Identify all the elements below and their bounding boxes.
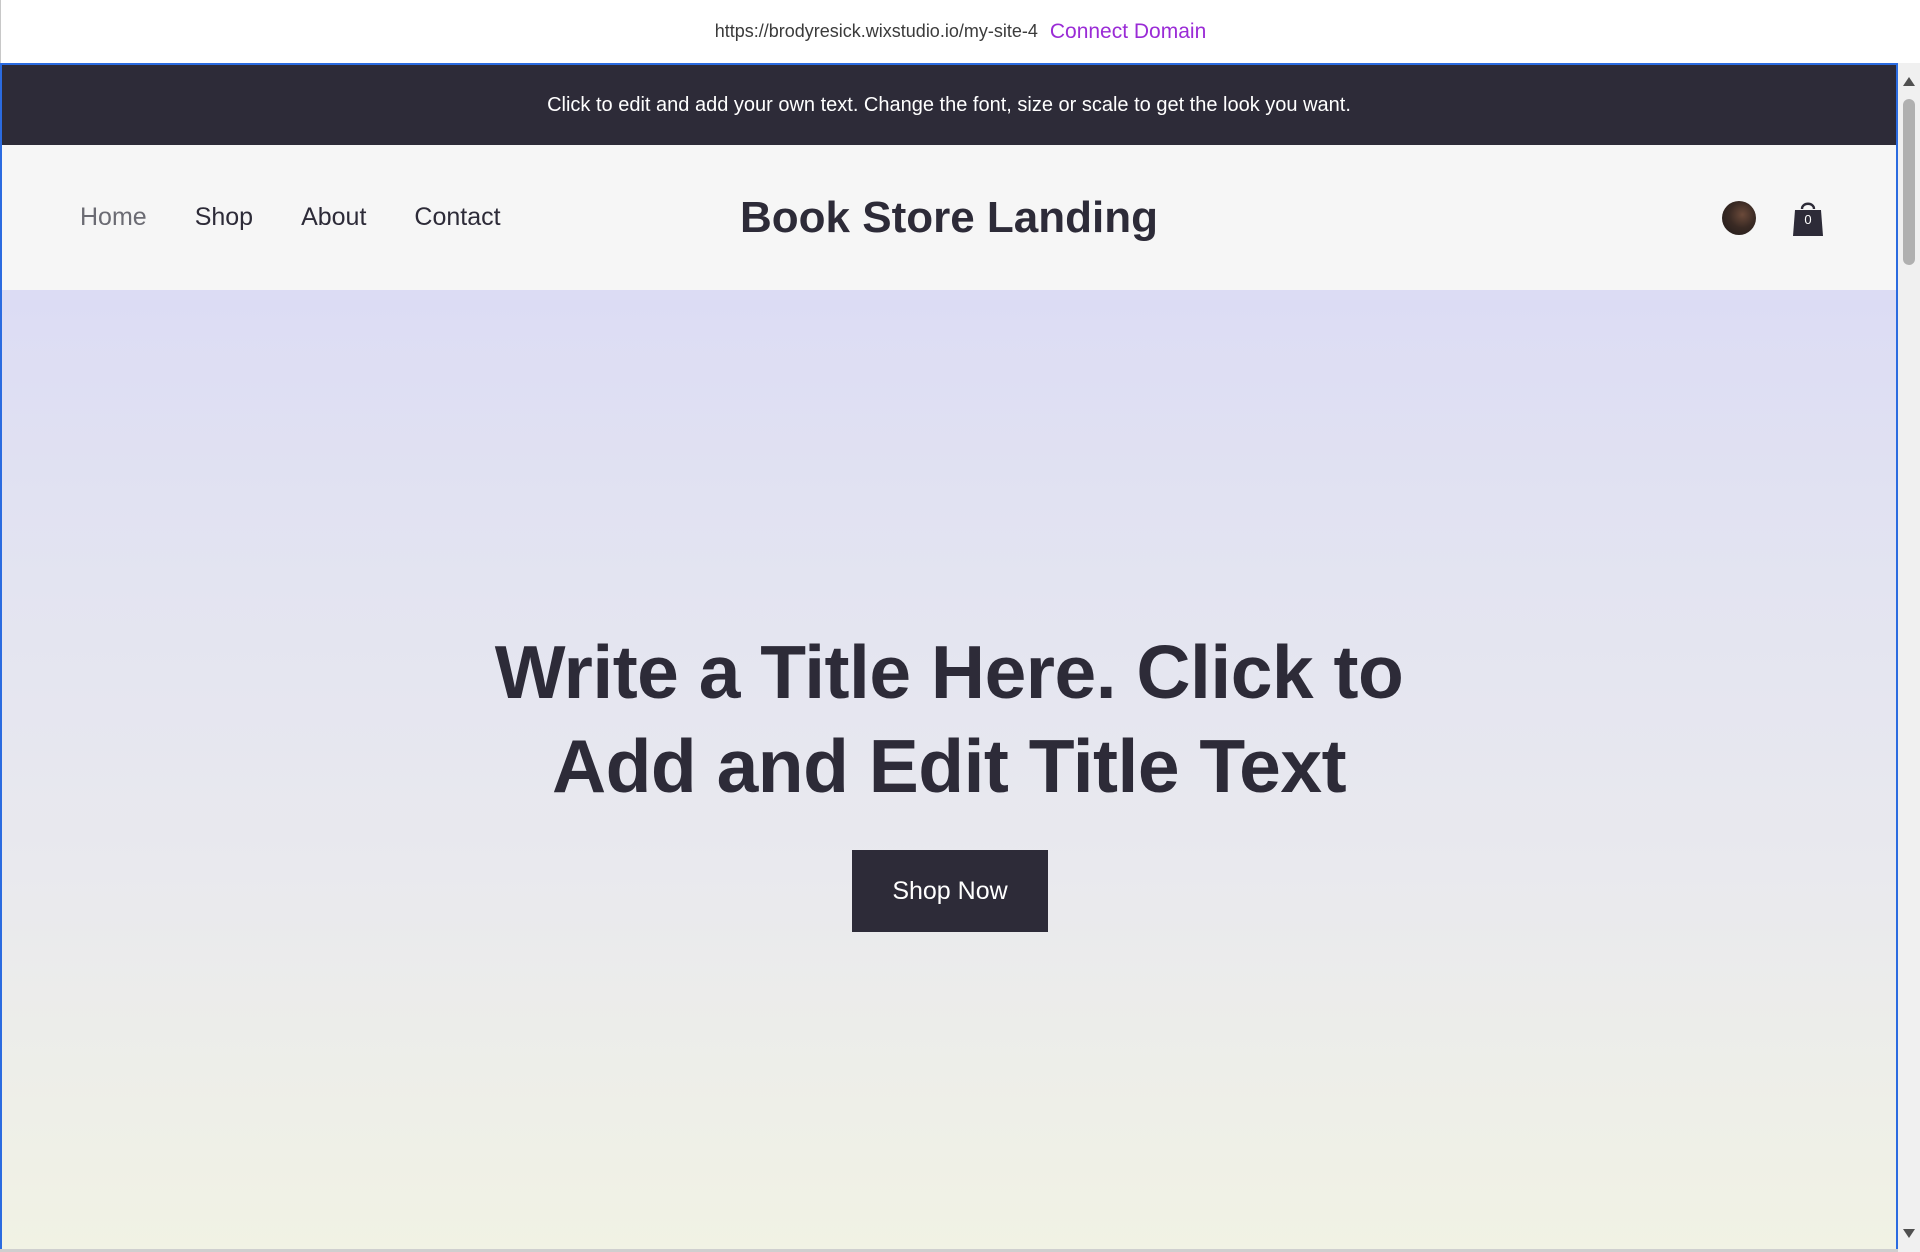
nav-item-home[interactable]: Home (80, 203, 147, 232)
scroll-down-arrow-icon[interactable] (1903, 1229, 1915, 1238)
announcement-text[interactable]: Click to edit and add your own text. Cha… (547, 94, 1351, 117)
header-actions: 0 (1722, 145, 1824, 290)
site-url-bar: https://brodyresick.wixstudio.io/my-site… (0, 0, 1920, 63)
site-preview-frame: Click to edit and add your own text. Cha… (0, 63, 1898, 1252)
scroll-up-arrow-icon[interactable] (1903, 77, 1915, 86)
hero-title-line-2: Add and Edit Title Text (551, 724, 1347, 808)
vertical-scrollbar[interactable] (1898, 63, 1920, 1252)
nav-item-about[interactable]: About (301, 203, 366, 232)
hero-section: Write a Title Here. Click to Add and Edi… (2, 290, 1896, 1252)
site-header: Home Shop About Contact Book Store Landi… (2, 145, 1896, 290)
hero-title-line-1: Write a Title Here. Click to (494, 630, 1404, 714)
connect-domain-link[interactable]: Connect Domain (1050, 20, 1206, 44)
main-nav: Home Shop About Contact (80, 145, 501, 290)
announcement-bar: Click to edit and add your own text. Cha… (2, 65, 1896, 145)
scroll-thumb[interactable] (1903, 99, 1915, 265)
site-url: https://brodyresick.wixstudio.io/my-site… (714, 21, 1038, 41)
nav-item-shop[interactable]: Shop (195, 203, 253, 232)
shop-now-button[interactable]: Shop Now (852, 850, 1048, 932)
cart-count: 0 (1804, 211, 1812, 227)
hero-title[interactable]: Write a Title Here. Click to Add and Edi… (2, 625, 1896, 813)
cart-button[interactable]: 0 (1792, 199, 1824, 237)
nav-item-contact[interactable]: Contact (414, 203, 500, 232)
user-avatar[interactable] (1722, 200, 1756, 235)
